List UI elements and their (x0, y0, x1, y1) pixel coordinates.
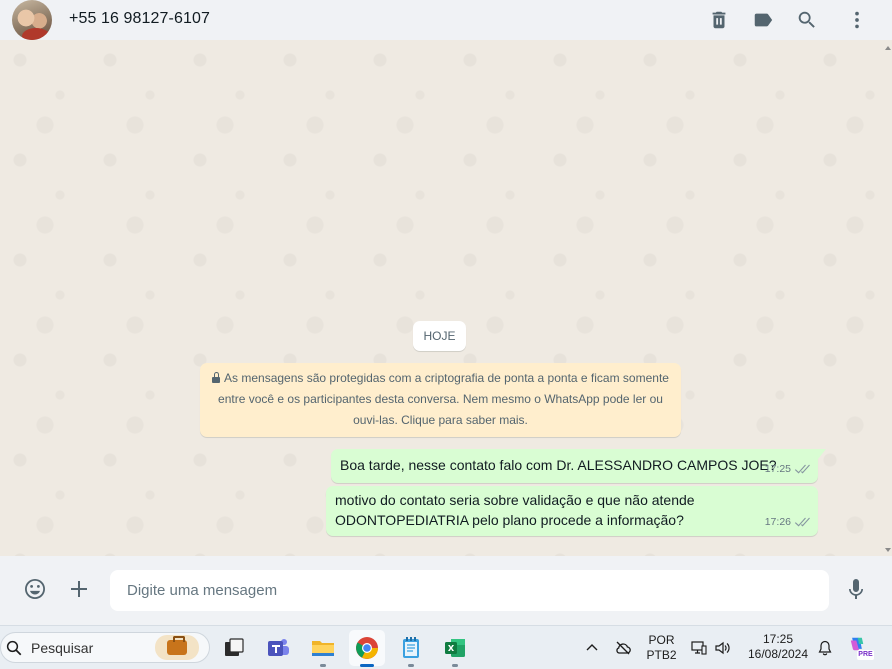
search-icon[interactable] (795, 8, 819, 32)
notepad-icon[interactable] (393, 630, 429, 667)
clock[interactable]: 17:25 16/08/2024 (744, 632, 812, 662)
taskbar-search[interactable]: Pesquisar (0, 632, 210, 663)
menu-icon[interactable] (845, 8, 869, 32)
search-icon (5, 639, 23, 657)
excel-icon[interactable] (437, 630, 473, 667)
outgoing-message[interactable]: motivo do contato seria sobre validação … (326, 486, 818, 536)
double-check-icon (794, 517, 810, 528)
message-time: 17:26 (764, 516, 791, 528)
message-input[interactable] (110, 570, 829, 611)
contact-avatar[interactable] (12, 0, 52, 40)
conversation-panel[interactable]: HOJE As mensagens são protegidas com a c… (0, 40, 892, 556)
date-chip: HOJE (413, 321, 466, 351)
notification-bell-icon[interactable] (816, 639, 834, 657)
plus-icon[interactable] (66, 576, 92, 602)
message-text: motivo do contato seria sobre validação … (335, 492, 695, 528)
cloud-offline-icon[interactable] (614, 639, 632, 657)
teams-icon[interactable] (260, 630, 296, 666)
windows-taskbar: Pesquisar POR PTB2 17:25 16/08/2024 PRE (0, 625, 892, 669)
clock-date: 16/08/2024 (747, 647, 809, 661)
briefcase-icon[interactable] (155, 635, 199, 660)
taskbar-search-placeholder: Pesquisar (31, 639, 94, 656)
chrome-icon[interactable] (349, 630, 385, 667)
language-code: POR (648, 633, 675, 647)
message-composer (0, 556, 892, 625)
task-view-icon[interactable] (216, 630, 252, 666)
message-meta: 17:26 (765, 512, 810, 532)
clock-time: 17:25 (762, 632, 794, 646)
contact-name[interactable]: +55 16 98127-6107 (69, 10, 210, 28)
file-explorer-icon[interactable] (305, 630, 341, 667)
scroll-up-arrow-icon[interactable] (885, 46, 891, 50)
copilot-preview-badge: PRE (857, 650, 874, 660)
keyboard-layout: PTB2 (646, 648, 677, 662)
message-time: 17:25 (764, 463, 791, 475)
delete-icon[interactable] (707, 8, 731, 32)
scrollbar[interactable] (884, 40, 892, 556)
outgoing-message[interactable]: Boa tarde, nesse contato falo com Dr. AL… (331, 449, 826, 483)
scroll-down-arrow-icon[interactable] (885, 548, 891, 552)
lock-icon (212, 372, 221, 383)
double-check-icon (794, 464, 810, 475)
emoji-icon[interactable] (22, 576, 48, 602)
chevron-up-icon[interactable] (583, 639, 601, 657)
encryption-notice-text: As mensagens são protegidas com a cripto… (218, 371, 669, 427)
language-indicator[interactable]: POR PTB2 (645, 633, 678, 663)
microphone-icon[interactable] (843, 576, 869, 602)
message-text: Boa tarde, nesse contato falo com Dr. AL… (340, 457, 777, 473)
display-network-icon[interactable] (690, 639, 708, 657)
encryption-notice[interactable]: As mensagens são protegidas com a cripto… (200, 363, 681, 437)
message-meta: 17:25 (765, 459, 810, 479)
label-icon[interactable] (751, 8, 775, 32)
chat-header: +55 16 98127-6107 (0, 0, 892, 40)
volume-icon[interactable] (714, 639, 732, 657)
